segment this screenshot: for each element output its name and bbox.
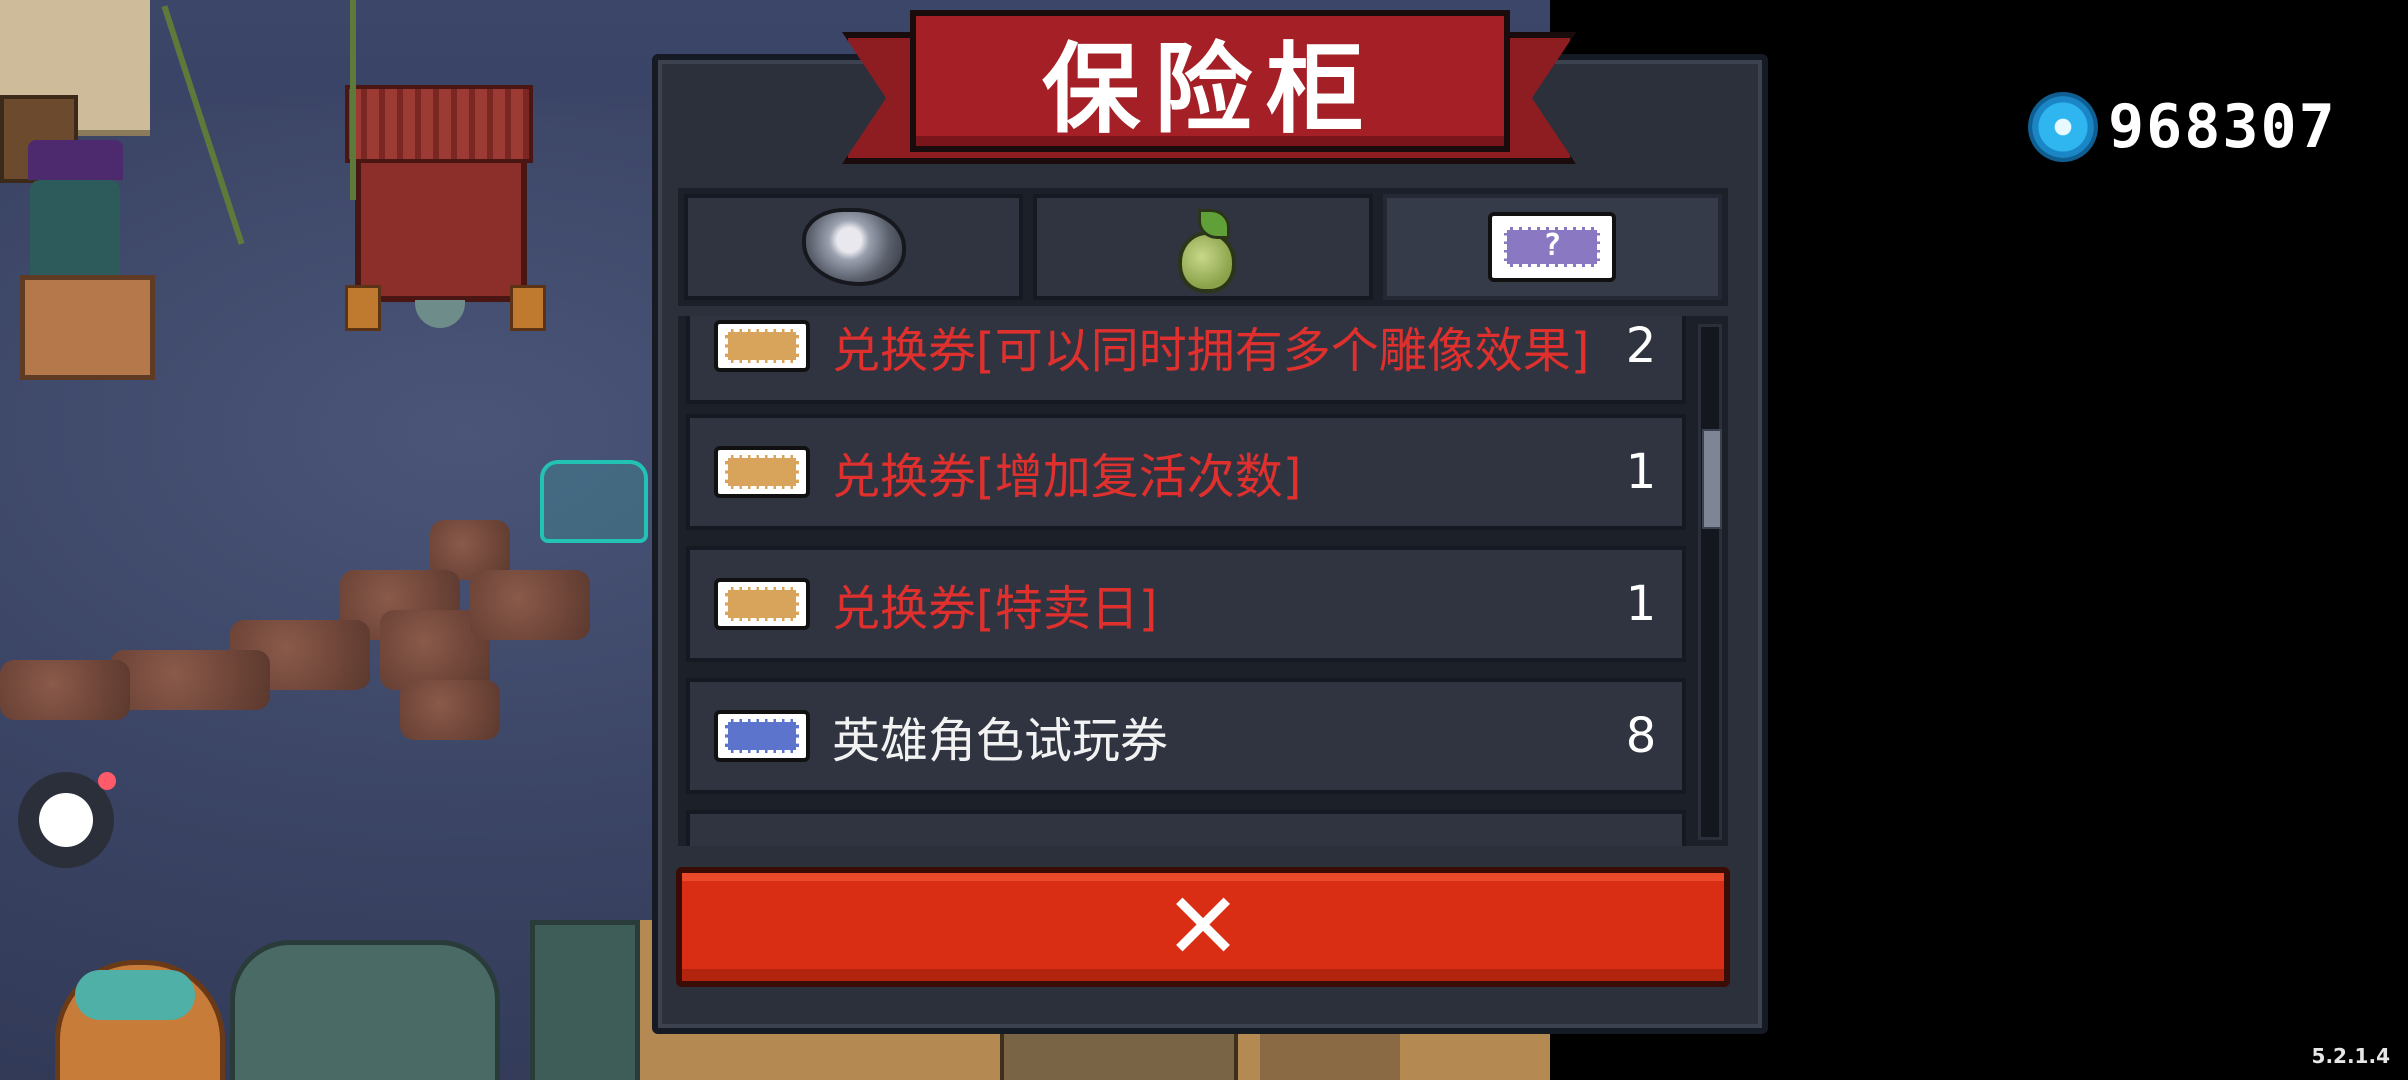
item-name: 英雄角色试玩券 — [832, 713, 1169, 769]
close-button[interactable]: ✕ — [676, 867, 1730, 987]
tab-materials[interactable] — [684, 194, 1024, 300]
ticket-icon: ? — [1488, 212, 1617, 282]
tab-tickets[interactable]: ? — [1382, 194, 1722, 300]
gem-icon — [2032, 96, 2094, 158]
cobble-path — [110, 650, 270, 710]
list-item[interactable]: 兑换券[可以同时拥有多个雕像效果] 2 — [686, 316, 1686, 404]
item-count: 1 — [1625, 576, 1657, 632]
dialog-title: 保险柜 — [1041, 33, 1378, 147]
barrel — [530, 920, 640, 1080]
tub-water — [75, 970, 195, 1020]
category-tabs: ? — [678, 188, 1728, 306]
list-item[interactable] — [686, 810, 1686, 846]
item-count: 1 — [1625, 444, 1657, 500]
item-count: 8 — [1625, 708, 1657, 764]
cobble-path — [400, 680, 500, 740]
cobble-path — [470, 570, 590, 640]
close-icon: ✕ — [1164, 873, 1242, 980]
ore-icon — [801, 208, 906, 286]
vine — [350, 0, 356, 200]
item-name: 兑换券[增加复活次数] — [832, 449, 1302, 505]
list-item[interactable]: 兑换券[特卖日] 1 — [686, 546, 1686, 662]
joystick-button[interactable] — [18, 772, 116, 868]
merchant-hat — [28, 140, 123, 180]
shrine-roof — [345, 85, 533, 163]
gold-ticket-icon — [714, 578, 810, 630]
list-item[interactable]: 英雄角色试玩券 8 — [686, 678, 1686, 794]
merchant-table — [20, 275, 155, 380]
list-item[interactable]: 兑换券[增加复活次数] 1 — [686, 414, 1686, 530]
lantern-icon — [345, 285, 381, 331]
pet-cat[interactable] — [540, 460, 648, 543]
gem-count: 968307 — [2108, 92, 2337, 162]
blue-ticket-icon — [714, 710, 810, 762]
joystick-knob — [39, 793, 93, 847]
scroll-thumb[interactable] — [1702, 429, 1722, 529]
item-list[interactable]: 兑换券[可以同时拥有多个雕像效果] 2 兑换券[增加复活次数] 1 兑换券[特卖… — [678, 316, 1728, 846]
version-label: 5.2.1.4 — [2311, 1044, 2390, 1068]
lantern-icon — [510, 285, 546, 331]
title-banner: 保险柜 — [910, 10, 1510, 152]
gold-ticket-icon — [714, 446, 810, 498]
barrel — [230, 940, 500, 1080]
gold-ticket-icon — [714, 320, 810, 372]
currency-display: 968307 — [2032, 92, 2337, 162]
merchant-npc[interactable] — [30, 180, 120, 280]
list-scrollbar[interactable] — [1698, 324, 1722, 840]
item-name: 兑换券[可以同时拥有多个雕像效果] — [832, 323, 1590, 379]
weapon-rack — [1260, 1030, 1400, 1080]
seed-icon — [1174, 209, 1236, 293]
cobble-path — [0, 660, 130, 720]
tab-seeds[interactable] — [1033, 194, 1373, 300]
notification-dot — [98, 772, 116, 790]
item-name: 兑换券[特卖日] — [832, 581, 1158, 637]
bowl — [415, 300, 465, 328]
item-count: 2 — [1625, 318, 1657, 374]
